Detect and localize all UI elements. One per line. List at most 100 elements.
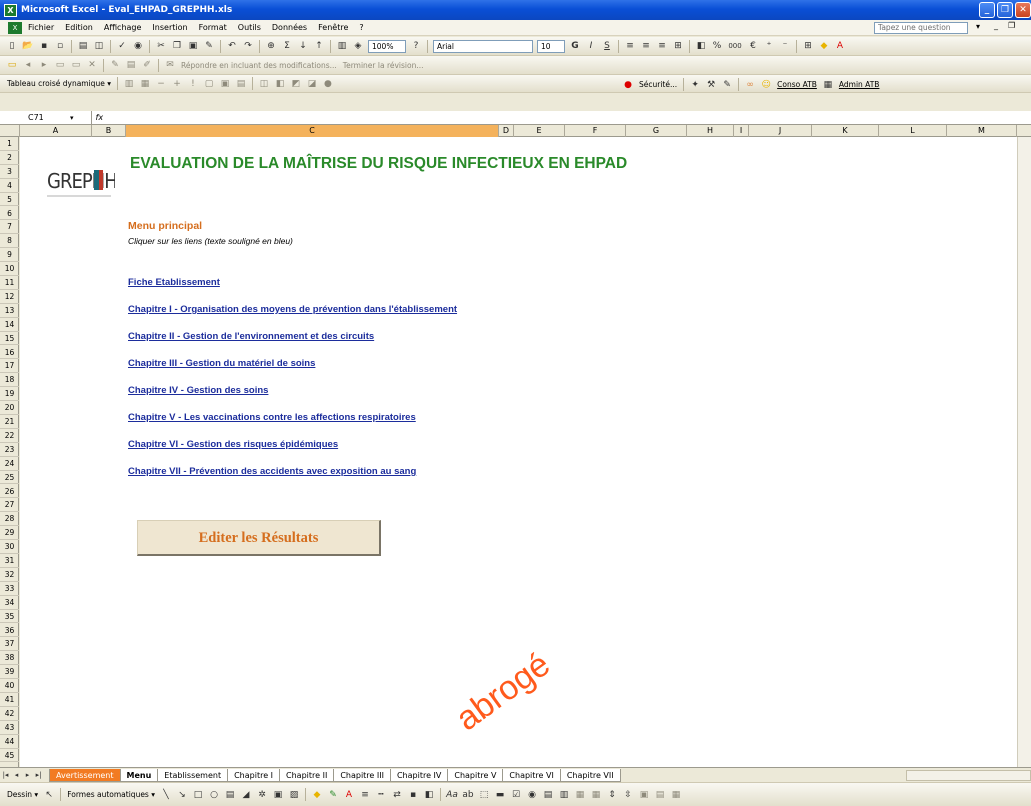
prev-sheet-icon[interactable]: ◂ [11,771,22,779]
line-icon[interactable]: ╲ [160,789,172,801]
row-header[interactable]: 27 [0,498,19,513]
column-header-k[interactable]: K [812,125,879,137]
show-comment-icon[interactable]: ▭ [54,59,66,71]
field-settings-icon[interactable]: ▣ [219,78,231,90]
font-color-icon[interactable]: A [834,40,846,52]
include-hidden-icon[interactable]: ▢ [203,78,215,90]
name-box-dropdown-icon[interactable]: ▾ [70,114,74,122]
column-header-d[interactable]: D [499,125,514,137]
paste-icon[interactable]: ▣ [187,40,199,52]
textbox-icon[interactable]: ▤ [224,789,236,801]
close-button[interactable]: ✕ [1015,2,1031,18]
column-header-g[interactable]: G [626,125,687,137]
cut-icon[interactable]: ✂ [155,40,167,52]
toggle-grid-icon[interactable]: ▦ [670,789,682,801]
hide-detail-icon[interactable]: − [155,78,167,90]
button-icon[interactable]: ▬ [494,789,506,801]
vertical-scrollbar[interactable] [1017,137,1031,767]
row-header[interactable]: 18 [0,373,19,388]
row-header[interactable]: 20 [0,401,19,415]
listbox-icon[interactable]: ▤ [542,789,554,801]
excel-icon[interactable]: X [4,3,17,17]
merge-center-icon[interactable]: ⊞ [672,40,684,52]
copy-icon[interactable]: ❐ [171,40,183,52]
arrow-icon[interactable]: ↘ [176,789,188,801]
menu-affichage[interactable]: Affichage [104,23,142,32]
spelling-icon[interactable]: ✓ [116,40,128,52]
tab-chapitre-6[interactable]: Chapitre VI [502,768,561,782]
diagram-icon[interactable]: ✲ [256,789,268,801]
reviewing-pane-icon[interactable]: ▤ [125,59,137,71]
tab-chapitre-3[interactable]: Chapitre III [333,768,391,782]
currency-button[interactable]: € [747,40,759,52]
row-header[interactable]: 4 [0,179,19,193]
delete-comment-icon[interactable]: ✕ [86,59,98,71]
link-chapitre-4[interactable]: Chapitre IV - Gestion des soins [128,385,268,396]
admin-atb-button[interactable]: Admin ATB [839,80,880,89]
glasses-icon[interactable]: ∞ [744,79,756,91]
oval-icon[interactable]: ○ [208,789,220,801]
pivot-table-menu[interactable]: Tableau croisé dynamique ▾ [7,79,111,88]
underline-button[interactable]: S [601,40,613,52]
clipart-icon[interactable]: ▣ [272,789,284,801]
shadow-icon[interactable]: ▪ [407,789,419,801]
column-header-e[interactable]: E [514,125,565,137]
sort-descending-icon[interactable]: ↑ [313,40,325,52]
end-review-button[interactable]: Terminer la révision... [343,61,424,70]
3d-icon[interactable]: ◧ [423,789,435,801]
tab-avertissement[interactable]: Avertissement [49,768,121,782]
align-right-icon[interactable]: ≡ [656,40,668,52]
chart-wizard-icon[interactable]: ▥ [336,40,348,52]
row-header[interactable]: 3 [0,165,19,179]
font-size-select[interactable]: 10 [537,39,565,53]
permission-icon[interactable]: ▫ [54,40,66,52]
column-header-f[interactable]: F [565,125,626,137]
menu-format[interactable]: Format [199,23,227,32]
horizontal-scrollbar[interactable] [906,770,1031,781]
wordart-icon[interactable]: ◢ [240,789,252,801]
row-header[interactable]: 45 [0,749,19,763]
fill-color-icon[interactable]: ◆ [818,40,830,52]
edit-code-icon[interactable]: ▤ [654,789,666,801]
ink-annotations-icon[interactable]: ✐ [141,59,153,71]
line-style-icon[interactable]: ≡ [359,789,371,801]
help-dropdown-icon[interactable]: ▾ [976,22,980,31]
column-header-i[interactable]: I [734,125,749,137]
link-chapitre-7[interactable]: Chapitre VII - Prévention des accidents … [128,466,416,477]
link-fiche-etablissement[interactable]: Fiche Etablissement [128,277,220,288]
bold-button[interactable]: G [569,40,581,52]
row-header[interactable]: 11 [0,276,19,290]
column-header-l[interactable]: L [879,125,947,137]
row-header[interactable]: 43 [0,721,19,735]
row-header[interactable]: 8 [0,234,19,249]
thousands-button[interactable]: 000 [727,40,743,52]
tab-chapitre-2[interactable]: Chapitre II [279,768,335,782]
spinner-icon[interactable]: ⇳ [622,789,634,801]
menu-outils[interactable]: Outils [238,23,261,32]
increase-decimal-icon[interactable]: ⁺ [763,40,775,52]
tab-etablissement[interactable]: Etablissement [157,768,229,782]
undo-icon[interactable]: ↶ [226,40,238,52]
percent-button[interactable]: % [711,40,723,52]
minimize-button[interactable]: _ [979,2,995,18]
radio-icon[interactable]: ◉ [526,789,538,801]
security-button[interactable]: Sécurité... [639,80,677,89]
text-style-icon[interactable]: Aa [446,789,458,801]
row-header[interactable]: 25 [0,471,19,485]
chart-icon[interactable]: ▦ [139,78,151,90]
dash-style-icon[interactable]: ┅ [375,789,387,801]
new-comment-icon[interactable]: ▭ [6,59,18,71]
record-macro-icon[interactable]: ● [622,79,634,91]
decrease-decimal-icon[interactable]: ⁻ [779,40,791,52]
column-header-a[interactable]: A [20,125,92,137]
menu-insertion[interactable]: Insertion [152,23,187,32]
last-sheet-icon[interactable]: ▸| [33,771,44,779]
column-header-b[interactable]: B [92,125,126,137]
align-center-icon[interactable]: ≡ [640,40,652,52]
format-report-icon[interactable]: ▥ [123,78,135,90]
smiley-icon[interactable]: ☺ [760,79,772,91]
name-box[interactable]: C71 [0,111,92,124]
research-icon[interactable]: ◉ [132,40,144,52]
drawing-icon[interactable]: ◈ [352,40,364,52]
workbook-restore-icon[interactable]: ❐ [1008,21,1015,30]
